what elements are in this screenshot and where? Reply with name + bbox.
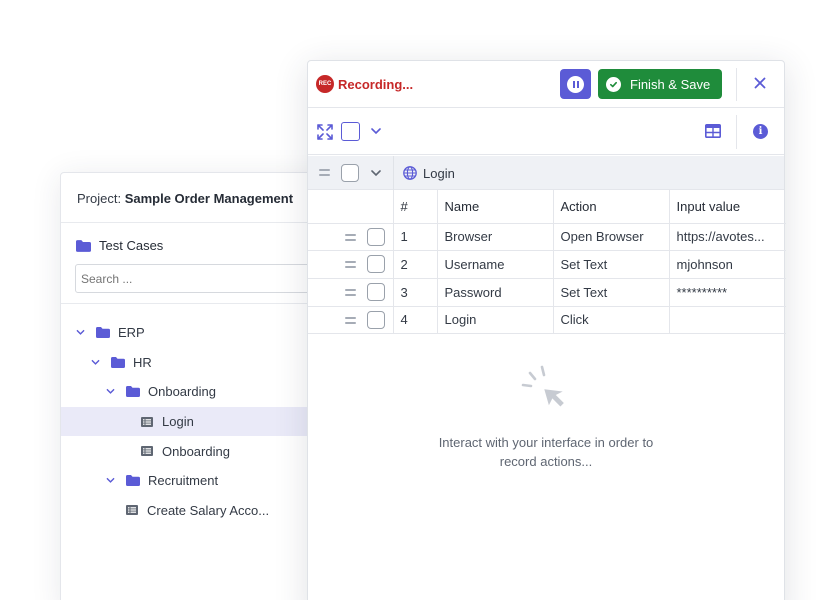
group-checkbox[interactable] [341,164,359,182]
step-action[interactable]: Open Browser [553,223,670,252]
expand-icon[interactable] [317,124,333,140]
project-name: Sample Order Management [124,191,294,206]
pause-icon [567,75,584,93]
step-name[interactable]: Username [437,250,554,279]
folder-icon [126,475,140,487]
globe-icon [403,166,417,180]
chevron-down-icon[interactable] [371,169,381,177]
empty-state-text: Interact with your interface in order to… [426,433,666,471]
empty-state-line-2: record actions... [499,454,593,469]
step-number: 1 [393,223,438,252]
drag-handle-icon[interactable] [345,233,356,241]
chevron-down-icon[interactable] [76,328,85,337]
step-name[interactable]: Password [437,278,554,307]
step-name[interactable]: Login [437,306,554,335]
column-controls [308,190,394,224]
step-action[interactable]: Click [553,306,670,335]
chevron-down-icon[interactable] [371,127,381,135]
divider [393,156,394,190]
tree-item-label: HR [133,354,152,370]
empty-state: Interact with your interface in order to… [308,361,784,471]
test-case-icon [126,505,138,516]
chevron-down-icon[interactable] [91,358,100,367]
info-icon[interactable]: i [753,124,768,139]
table-row[interactable]: 2 Username Set Text mjohnson [308,250,786,279]
tree-item-label: Create Salary Acco... [147,502,270,518]
step-name[interactable]: Browser [437,223,554,252]
step-input[interactable]: ********** [669,278,786,307]
step-action[interactable]: Set Text [553,278,670,307]
drag-handle-icon[interactable] [345,288,356,296]
row-checkbox[interactable] [367,310,385,329]
test-group-row: Login [308,156,784,190]
group-label: Login [423,166,455,181]
project-label: Project: [77,191,122,206]
step-input[interactable]: https://avotes... [669,223,786,252]
divider [736,68,737,101]
tree-item-label: Onboarding [162,443,230,459]
divider [736,115,737,149]
table-row[interactable]: 1 Browser Open Browser https://avotes... [308,223,786,252]
cursor-click-icon [521,365,564,407]
row-controls [308,278,394,307]
step-number: 3 [393,278,438,307]
rec-badge: REC [316,75,334,93]
recorder-window: REC Recording... Finish & Save i Login #… [307,60,786,600]
step-number: 2 [393,250,438,279]
tree-item-label: Onboarding [148,384,216,400]
search-input[interactable] [75,264,315,293]
folder-icon [111,356,125,368]
row-controls [308,223,394,252]
recording-bar: REC Recording... Finish & Save [308,61,784,108]
empty-state-line-1: Interact with your interface in order to [438,435,654,450]
folder-icon [96,327,110,339]
chevron-down-icon[interactable] [106,476,115,485]
row-controls [308,250,394,279]
step-action[interactable]: Set Text [553,250,670,279]
drag-handle-icon[interactable] [345,261,356,269]
column-header[interactable]: # [393,190,438,224]
step-input[interactable] [669,306,786,335]
row-checkbox[interactable] [367,255,385,274]
table-row[interactable]: 4 Login Click [308,306,786,335]
drag-handle-icon[interactable] [345,316,356,324]
tree-item-label: Login [162,414,194,430]
test-case-icon [141,446,153,457]
chevron-down-icon[interactable] [106,387,115,396]
step-input[interactable]: mjohnson [669,250,786,279]
finish-save-button[interactable]: Finish & Save [598,69,722,99]
recording-status: Recording... [338,77,414,92]
table-header-row: # Name Action Input value [308,190,786,224]
folder-icon [126,386,140,398]
check-circle-icon [606,76,621,92]
column-header[interactable]: Action [553,190,670,224]
step-number: 4 [393,306,438,335]
steps-table: # Name Action Input value 1 Browser Open… [308,190,786,335]
tree-item-label: ERP [118,325,145,341]
column-header[interactable]: Name [437,190,554,224]
column-header[interactable]: Input value [669,190,786,224]
steps-toolbar: i [308,109,784,155]
row-controls [308,306,394,335]
row-checkbox[interactable] [367,227,385,246]
pause-button[interactable] [560,69,591,99]
folder-icon [76,239,91,252]
test-case-icon [141,416,153,427]
tree-item-label: Recruitment [148,473,219,489]
close-icon[interactable] [752,75,768,91]
table-view-icon[interactable] [705,124,721,138]
table-row[interactable]: 3 Password Set Text ********** [308,278,786,307]
select-all-checkbox[interactable] [341,122,360,141]
row-checkbox[interactable] [367,282,385,301]
test-cases-title: Test Cases [99,238,164,253]
drag-handle-icon[interactable] [319,169,330,176]
finish-save-label: Finish & Save [630,76,711,92]
